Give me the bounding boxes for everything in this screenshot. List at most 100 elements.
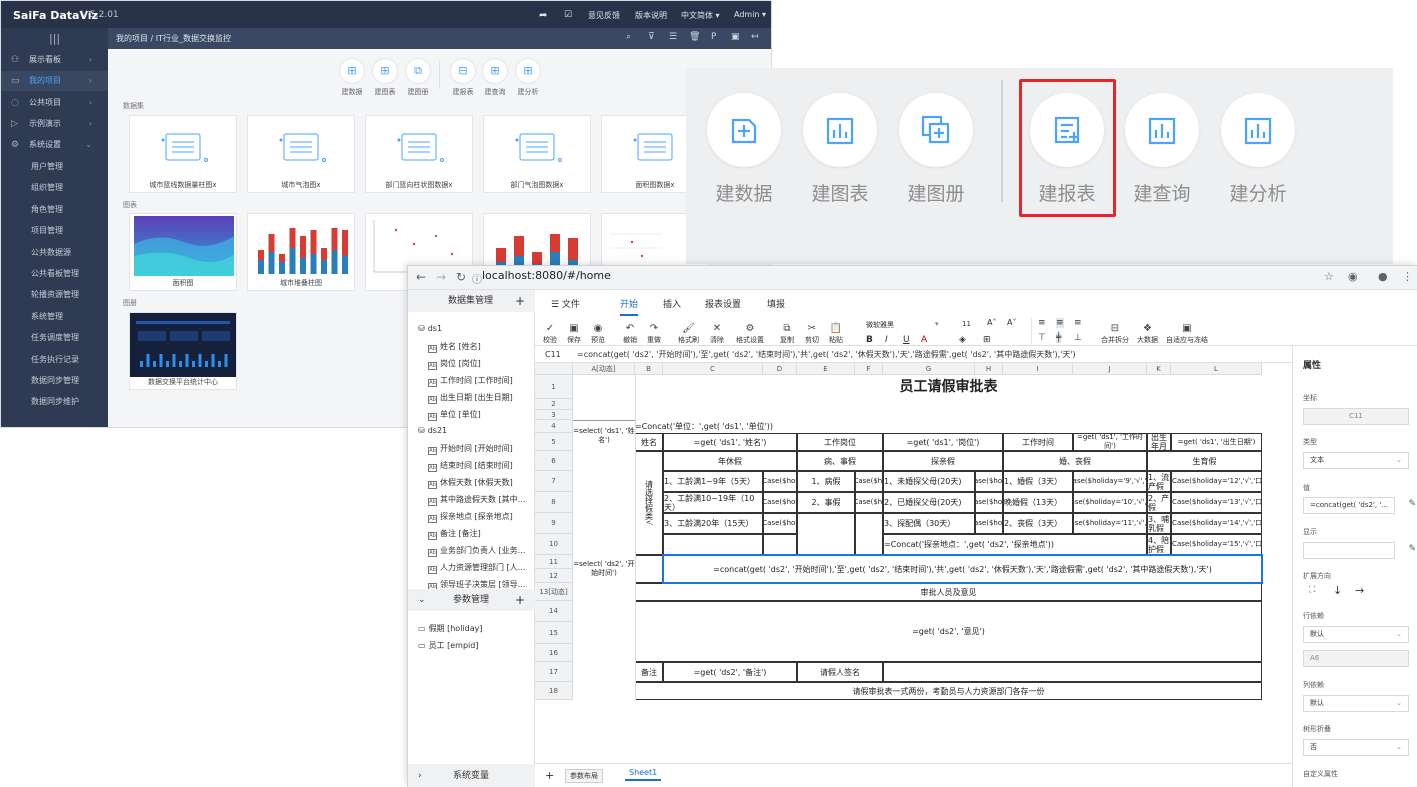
sidebar-item-dashboard[interactable]: ⚇ 展示看板 › (1, 50, 108, 70)
expand-none-icon[interactable]: ⛶ (1309, 585, 1315, 595)
tree-field-item[interactable]: Ab 姓名 [姓名] (428, 341, 538, 353)
font-grow-icon[interactable]: A˄ (987, 318, 996, 327)
sheet-cell[interactable]: =Case($holi (855, 492, 883, 513)
sheet-cell[interactable]: =Case($holi (855, 471, 883, 492)
tree-field-item[interactable]: Ab 其中路途假天数 [其中... (428, 494, 538, 506)
param-item[interactable]: ▭ 假期 [holiday] (418, 623, 528, 634)
address-bar[interactable]: localhost:8080/#/home (482, 269, 611, 282)
column-header[interactable]: D (763, 363, 797, 375)
underline-icon[interactable]: U (903, 335, 910, 345)
row-header[interactable]: 13[动态] (535, 583, 573, 601)
tree-field-item[interactable]: Ab 业务部门负责人 [业务... (428, 545, 538, 557)
forward-arrow-icon[interactable]: → (436, 270, 446, 284)
extension-icon[interactable]: ◉ (1348, 270, 1358, 283)
italic-icon[interactable]: I (885, 335, 888, 345)
sheet-cell[interactable] (797, 513, 855, 555)
font-color-icon[interactable]: A (921, 335, 927, 345)
tree-field-item[interactable]: Ab 备注 [备注] (428, 528, 538, 540)
valign-middle-icon[interactable]: ╪ (1056, 333, 1062, 343)
zoom-create-chart-button[interactable]: 建图表 (802, 93, 878, 206)
row-header[interactable]: 1 (535, 375, 573, 399)
unit-cell[interactable]: =Concat('单位：',get( 'ds1', '单位')) (635, 420, 1262, 433)
column-header[interactable]: F (855, 363, 883, 375)
sheet-cell[interactable]: =get( 'ds2', '备注') (663, 662, 797, 682)
sheet-corner[interactable] (535, 363, 573, 375)
menu-admin[interactable]: Admin ▾ (734, 10, 766, 19)
align-right-icon[interactable]: ≡ (1074, 318, 1082, 328)
create-album-button[interactable]: ⧉ 建图册 (404, 58, 432, 97)
menu-version-notes[interactable]: 版本说明 (635, 10, 667, 21)
checkbox-icon[interactable]: ☑ (564, 10, 572, 20)
tree-dataset-ds2[interactable]: ⛁ ds21 (418, 426, 528, 435)
sheet-cell[interactable]: 婚、丧假 (1003, 451, 1147, 471)
font-family-select[interactable]: 微软雅黑 (866, 320, 894, 330)
column-header[interactable]: L (1171, 363, 1262, 375)
fill-color-icon[interactable]: ◈ (959, 335, 966, 345)
sheet-cell[interactable]: 姓名 (635, 433, 663, 451)
report-title[interactable]: 员工请假审批表 (635, 375, 1262, 399)
border-icon[interactable]: ⊞ (983, 335, 991, 345)
row-header[interactable]: 7 (535, 471, 573, 492)
sheet-cell[interactable]: 年休假 (663, 451, 797, 471)
sheet-cell[interactable] (663, 534, 763, 555)
sidebar-subitem[interactable]: 角色管理 (1, 200, 108, 220)
row-header[interactable]: 17 (535, 662, 573, 682)
sheet-cell[interactable]: 晚婚假（13天） (1003, 492, 1073, 513)
a4-formula[interactable]: =select( 'ds1', '姓名') (573, 420, 635, 451)
sidebar-item-demo[interactable]: ▷ 示例演示 › (1, 114, 108, 134)
align-left-icon[interactable]: ≡ (1038, 318, 1046, 328)
search-icon[interactable]: ⌕ (626, 32, 631, 42)
tab-fill[interactable]: 填报 (767, 297, 785, 310)
formula-bar[interactable]: C11 =concat(get( 'ds2', '开始时间'),'至',get(… (535, 346, 1417, 363)
expand-right-icon[interactable]: → (1355, 584, 1364, 597)
sidebar-subitem[interactable]: 轮播资源管理 (1, 285, 108, 305)
sheet-cell[interactable]: 3、哺乳假 (1147, 513, 1171, 534)
sheet-cell[interactable]: 1、流产假 (1147, 471, 1171, 492)
create-report-button[interactable]: ⊟ 建报表 (449, 58, 477, 97)
tree-dataset-ds1[interactable]: ⛁ ds1 (418, 324, 528, 333)
sheet-cell[interactable]: =Case($holiday='14','√','口') (1171, 513, 1262, 534)
clear-button[interactable]: ✕ 清除 (710, 323, 724, 345)
sysvar-panel-header[interactable]: › 系统变量 (408, 764, 535, 787)
edit-pencil-icon[interactable]: ✎ (1408, 499, 1416, 509)
format-painter-button[interactable]: 🖌 格式刷 (678, 323, 699, 345)
row-header[interactable]: 14 (535, 601, 573, 622)
dataset-card[interactable]: 部门篮向柱状图数据x (365, 115, 473, 193)
sheet-cell[interactable] (883, 662, 1262, 682)
autofit-freeze-button[interactable]: ▣ 自适应与冻结 (1166, 323, 1208, 345)
tree-field-item[interactable]: Ab 结束时间 [结束时间] (428, 460, 538, 472)
type-select[interactable]: 文本 ⌄ (1303, 452, 1409, 469)
align-center-icon[interactable]: ≡ (1056, 318, 1064, 328)
chart-card[interactable]: 城市堆叠柱图 (247, 213, 355, 291)
row-header[interactable]: 12 (535, 569, 573, 583)
sheet-cell[interactable]: 2、丧假（3天） (1003, 513, 1073, 534)
sheet-cell[interactable]: =Case($holid (763, 471, 797, 492)
valign-top-icon[interactable]: ⊤ (1038, 333, 1046, 343)
sheet-cell[interactable]: =Case($holid (763, 513, 797, 534)
preview-button[interactable]: ◉ 预览 (591, 323, 605, 345)
column-header[interactable]: A[动态] (573, 363, 635, 375)
font-shrink-icon[interactable]: A˅ (1007, 318, 1016, 327)
row-header[interactable]: 3 (535, 410, 573, 420)
sheet-cell[interactable]: 生育假 (1147, 451, 1262, 471)
sheet-cell[interactable]: =get( 'ds1', '工作时间') (1073, 433, 1147, 451)
sheet-cell[interactable]: =get( 'ds1', '姓名') (663, 433, 797, 451)
dataset-card[interactable]: 城市气泡图x (247, 115, 355, 193)
sheet-cell[interactable]: =get( 'ds2', '意见') (635, 601, 1262, 662)
big-data-button[interactable]: ❖ 大数据 (1137, 323, 1158, 345)
sheet-cell[interactable] (763, 534, 797, 555)
dataset-card[interactable]: 部门气泡图数据x (483, 115, 591, 193)
pin-icon[interactable]: P (711, 32, 716, 42)
undo-button[interactable]: ↶ 撤销 (623, 323, 637, 345)
font-size-select[interactable]: 11 (962, 320, 971, 328)
sheet-cell[interactable]: =Case($holiday='10','√','口') (1073, 492, 1147, 513)
sheet-cell[interactable]: =get( 'ds1', '岗位') (883, 433, 1003, 451)
display-field[interactable] (1303, 542, 1395, 559)
collapse-menu-icon[interactable]: ||| (49, 32, 60, 45)
sheet-cell[interactable]: 1、未婚探父母(20天) (883, 471, 975, 492)
sheet-cell[interactable]: 请假人签名 (797, 662, 883, 682)
back-icon[interactable]: ↤ (751, 32, 759, 42)
value-field[interactable]: =concat(get( 'ds2', '... (1303, 497, 1395, 514)
chevron-down-icon[interactable]: ⌄ (418, 589, 426, 611)
menu-feedback[interactable]: 意见反馈 (588, 10, 620, 21)
